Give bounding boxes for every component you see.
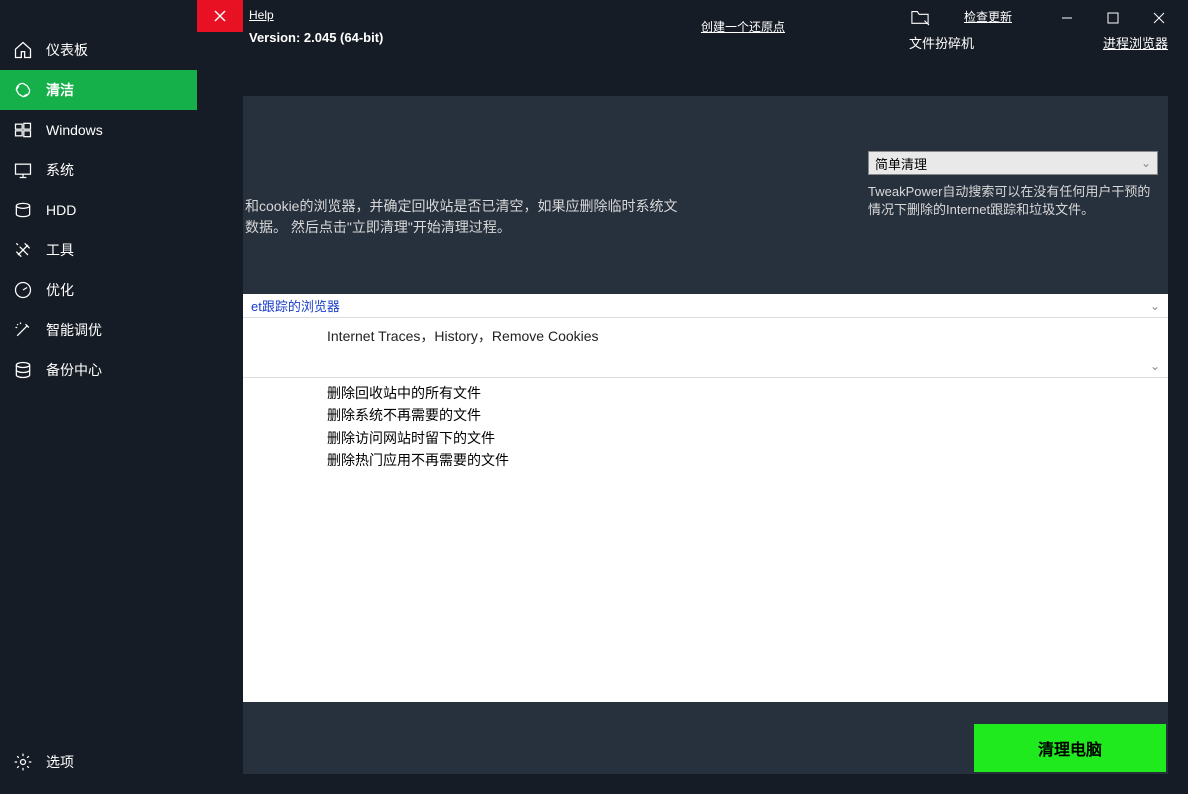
home-icon — [12, 39, 34, 61]
recycle-icon — [12, 79, 34, 101]
sidebar-item-clean[interactable]: 清洁 — [0, 70, 197, 110]
windows-icon — [12, 119, 34, 141]
database-icon — [12, 359, 34, 381]
folder-icon — [909, 8, 931, 26]
sidebar-item-smart-tuning[interactable]: 智能调优 — [0, 310, 197, 350]
sidebar-item-label: 工具 — [46, 240, 74, 260]
cleaning-mode-dropdown[interactable]: 简单清理 ⌄ — [868, 151, 1158, 175]
main-panel: 和cookie的浏览器，并确定回收站是否已清空，如果应删除临时系统文 数据。 然… — [243, 96, 1168, 774]
list-item: 删除系统不再需要的文件 — [327, 404, 1084, 426]
hdd-icon — [12, 199, 34, 221]
minimize-button[interactable] — [1044, 6, 1090, 30]
help-link[interactable]: Help — [249, 8, 274, 22]
mode-description: TweakPower自动搜索可以在没有任何用户干预的情况下删除的Internet… — [868, 183, 1158, 219]
list-item: 删除热门应用不再需要的文件 — [327, 449, 1084, 471]
sidebar-item-label: HDD — [46, 202, 76, 218]
link-label: 创建一个还原点 — [701, 18, 785, 35]
gear-icon — [12, 751, 34, 773]
chevron-down-icon: ⌄ — [1150, 359, 1160, 373]
sidebar-item-options[interactable]: 选项 — [0, 742, 197, 782]
dropdown-value: 简单清理 — [875, 154, 927, 173]
chevron-down-icon: ⌄ — [1150, 299, 1160, 313]
section-subtitle: Internet Traces，History，Remove Cookies — [243, 318, 1168, 354]
sidebar-item-label: 智能调优 — [46, 320, 102, 340]
cleanup-item-list: 删除回收站中的所有文件 删除系统不再需要的文件 删除访问网站时留下的文件 删除热… — [243, 378, 1168, 476]
sidebar-item-label: 选项 — [46, 752, 74, 772]
section-header-browser[interactable]: et跟踪的浏览器 ⌄ — [243, 294, 1168, 318]
close-button[interactable] — [197, 0, 243, 32]
version-label: Version: 2.045 (64-bit) — [249, 30, 383, 45]
link-label: 检查更新 — [964, 8, 1012, 25]
sidebar-item-optimize[interactable]: 优化 — [0, 270, 197, 310]
section-header-2[interactable]: ⌄ — [243, 354, 1168, 378]
link-label: 进程浏览器 — [1103, 36, 1168, 51]
button-label: 清理电脑 — [1038, 736, 1102, 760]
sidebar-item-label: Windows — [46, 122, 103, 138]
wand-icon — [12, 319, 34, 341]
maximize-button[interactable] — [1090, 6, 1136, 30]
link-label: 文件扮碎机 — [909, 36, 974, 51]
sidebar-item-hdd[interactable]: HDD — [0, 190, 197, 230]
sidebar-item-tools[interactable]: 工具 — [0, 230, 197, 270]
list-item: 删除访问网站时留下的文件 — [327, 427, 1084, 449]
top-bar: Help Version: 2.045 (64-bit) 创建一个还原点 检查更… — [243, 0, 1188, 56]
tools-icon — [12, 239, 34, 261]
description-text: 和cookie的浏览器，并确定回收站是否已清空，如果应删除临时系统文 数据。 然… — [243, 196, 858, 238]
sidebar-item-label: 系统 — [46, 160, 74, 180]
sidebar-item-windows[interactable]: Windows — [0, 110, 197, 150]
chevron-down-icon: ⌄ — [1141, 156, 1151, 170]
sidebar: 仪表板 清洁 Windows 系统 HDD — [0, 0, 197, 794]
check-update-link[interactable]: 检查更新 — [943, 8, 1033, 25]
file-shredder-link[interactable]: 文件扮碎机 — [909, 33, 974, 52]
gauge-icon — [12, 279, 34, 301]
sidebar-item-dashboard[interactable]: 仪表板 — [0, 30, 197, 70]
sidebar-item-system[interactable]: 系统 — [0, 150, 197, 190]
clean-computer-button[interactable]: 清理电脑 — [974, 724, 1166, 772]
list-item: 删除回收站中的所有文件 — [327, 382, 1084, 404]
monitor-icon — [12, 159, 34, 181]
results-panel: et跟踪的浏览器 ⌄ Internet Traces，History，Remov… — [243, 294, 1168, 702]
panel-footer-bar — [243, 710, 1168, 724]
sidebar-item-label: 优化 — [46, 280, 74, 300]
sidebar-item-label: 备份中心 — [46, 360, 102, 380]
window-close-button[interactable] — [1136, 6, 1182, 30]
restore-point-link[interactable]: 创建一个还原点 — [678, 18, 808, 35]
sidebar-item-label: 清洁 — [46, 80, 74, 100]
sidebar-item-label: 仪表板 — [46, 40, 88, 60]
section-title: et跟踪的浏览器 — [251, 296, 340, 315]
process-viewer-link[interactable]: 进程浏览器 — [1103, 33, 1168, 52]
sidebar-item-backup[interactable]: 备份中心 — [0, 350, 197, 390]
